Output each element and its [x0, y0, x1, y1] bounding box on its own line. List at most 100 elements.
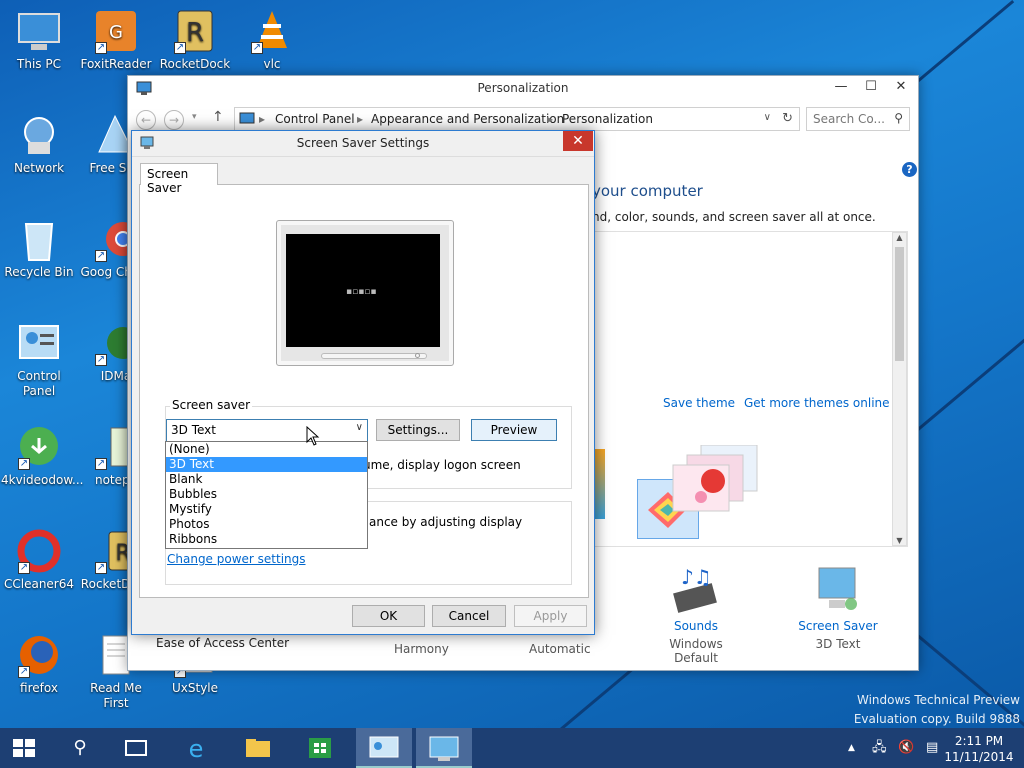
- desktop-icon-label: Recycle Bin: [4, 265, 74, 279]
- screen-saver-select[interactable]: 3D Text ∨: [166, 419, 368, 442]
- desktop-icon-foxitreader[interactable]: G ↗ FoxitReader: [78, 8, 154, 72]
- wallpaper-line: [905, 0, 1015, 93]
- back-button[interactable]: ←: [136, 110, 156, 130]
- close-button[interactable]: ✕: [886, 76, 916, 98]
- shortcut-arrow-icon: ↗: [95, 42, 107, 54]
- breadcrumb-personalization[interactable]: Personalization: [562, 112, 653, 126]
- scroll-up-arrow-icon[interactable]: ▲: [893, 233, 906, 242]
- desktop-icon-ccleaner[interactable]: ↗ CCleaner64: [1, 528, 77, 592]
- svg-text:G: G: [109, 22, 123, 43]
- computer-icon: [16, 8, 62, 54]
- screen-saver-dropdown-list[interactable]: (None) 3D Text Blank Bubbles Mystify Pho…: [165, 441, 368, 549]
- sounds-value: Windows Default: [669, 637, 723, 665]
- desktop-icon-vlc[interactable]: ↗ vlc: [234, 8, 310, 72]
- start-button[interactable]: [0, 728, 48, 768]
- save-theme-link[interactable]: Save theme: [663, 396, 735, 410]
- action-center-icon[interactable]: ▤: [926, 728, 944, 768]
- option-ribbons[interactable]: Ribbons: [166, 532, 367, 547]
- option-none[interactable]: (None): [166, 442, 367, 457]
- refresh-icon[interactable]: ↻: [782, 111, 793, 126]
- ok-button[interactable]: OK: [352, 605, 425, 627]
- file-explorer-button[interactable]: [234, 728, 282, 768]
- clock[interactable]: 2:11 PM 11/11/2014: [944, 728, 1014, 768]
- desktop-icon-recycle-bin[interactable]: Recycle Bin: [1, 216, 77, 280]
- screen-saver-item[interactable]: Screen Saver 3D Text: [788, 566, 888, 651]
- maximize-button[interactable]: ☐: [856, 76, 886, 98]
- ease-of-access-link[interactable]: Ease of Access Center: [156, 636, 289, 650]
- option-3d-text[interactable]: 3D Text: [166, 457, 367, 472]
- vlc-icon: ↗: [249, 8, 295, 54]
- cancel-button[interactable]: Cancel: [432, 605, 506, 627]
- folder-icon: [246, 739, 270, 757]
- sounds-item[interactable]: ♪♫ Sounds Windows Default: [646, 565, 746, 665]
- volume-muted-icon[interactable]: 🔇: [898, 728, 916, 768]
- preview-button[interactable]: Preview: [471, 419, 557, 441]
- control-panel-taskbar-button[interactable]: [356, 728, 412, 768]
- search-placeholder: Search Co...: [813, 112, 885, 126]
- apply-button[interactable]: Apply: [514, 605, 587, 627]
- tab-screen-saver[interactable]: Screen Saver: [140, 163, 218, 195]
- power-led-icon: [415, 353, 420, 358]
- desktop-icon-firefox[interactable]: ↗ firefox: [1, 632, 77, 696]
- option-mystify[interactable]: Mystify: [166, 502, 367, 517]
- search-taskbar-button[interactable]: ⚲: [56, 728, 104, 768]
- desktop-icon-4kvideo[interactable]: ↗ 4kvideodow...: [1, 424, 83, 488]
- svg-text:R: R: [186, 18, 204, 48]
- minimize-button[interactable]: —: [826, 76, 856, 98]
- breadcrumb-control-panel[interactable]: Control Panel: [275, 112, 355, 126]
- recycle-bin-icon: [16, 216, 62, 262]
- desktop-icon-rocketdock[interactable]: R ↗ RocketDock: [157, 8, 233, 72]
- option-blank[interactable]: Blank: [166, 472, 367, 487]
- screen-saver-icon: [429, 736, 459, 761]
- shortcut-arrow-icon: ↗: [174, 42, 186, 54]
- window-titlebar[interactable]: Personalization — ☐ ✕: [128, 76, 918, 102]
- dialog-titlebar[interactable]: Screen Saver Settings ✕: [132, 131, 594, 157]
- address-bar-row: ← → ▾ ↑ ▸ Control Panel ▸ Appearance and…: [136, 106, 910, 132]
- desktop-icon-this-pc[interactable]: This PC: [1, 8, 77, 72]
- theme-thumbnail-flowers[interactable]: [671, 444, 759, 519]
- shortcut-arrow-icon: ↗: [18, 458, 30, 470]
- desktop-icon-control-panel[interactable]: Control Panel: [1, 320, 77, 399]
- search-input[interactable]: Search Co... ⚲: [806, 107, 910, 131]
- watermark-line-2: Evaluation copy. Build 9888: [853, 712, 1020, 726]
- store-icon: [309, 738, 331, 758]
- recent-locations-icon[interactable]: ▾: [192, 112, 197, 122]
- task-view-button[interactable]: [112, 728, 160, 768]
- windows-logo-icon: [13, 739, 35, 757]
- scrollbar-thumb[interactable]: [895, 247, 904, 361]
- task-view-icon: [125, 740, 147, 756]
- internet-explorer-button[interactable]: e: [172, 728, 220, 768]
- desktop-icon-label: Network: [13, 161, 65, 175]
- scroll-down-arrow-icon[interactable]: ▼: [893, 536, 906, 545]
- automatic-label[interactable]: Automatic: [529, 642, 591, 656]
- get-more-themes-link[interactable]: Get more themes online: [744, 396, 890, 410]
- network-tray-icon[interactable]: 🖧: [872, 728, 890, 768]
- pdf-icon: G ↗: [93, 8, 139, 54]
- up-arrow-icon[interactable]: ↑: [212, 109, 224, 125]
- screen-saver-taskbar-button[interactable]: [416, 728, 472, 768]
- harmony-label[interactable]: Harmony: [394, 642, 449, 656]
- shortcut-arrow-icon: ↗: [18, 562, 30, 574]
- breadcrumb-separator: ▸: [357, 112, 364, 126]
- settings-button[interactable]: Settings...: [376, 419, 460, 441]
- search-icon: ⚲: [894, 111, 903, 125]
- store-button[interactable]: [296, 728, 344, 768]
- help-icon[interactable]: ?: [902, 162, 917, 177]
- option-photos[interactable]: Photos: [166, 517, 367, 532]
- breadcrumb-appearance[interactable]: Appearance and Personalization: [371, 112, 564, 126]
- theme-list-scrollbar[interactable]: ▲ ▼: [892, 232, 907, 546]
- show-hidden-icons-button[interactable]: ▲: [848, 728, 862, 768]
- watermark-line-1: Windows Technical Preview: [856, 693, 1020, 707]
- option-bubbles[interactable]: Bubbles: [166, 487, 367, 502]
- svg-text:▪▫▪▫▪: ▪▫▪▫▪: [346, 287, 377, 297]
- desktop-icon-network[interactable]: Network: [1, 112, 77, 176]
- desktop-icon-label: FoxitReader: [80, 57, 152, 71]
- firefox-icon: ↗: [16, 632, 62, 678]
- desktop-icon-label: vlc: [263, 57, 281, 71]
- address-dropdown-icon[interactable]: ∨: [764, 112, 771, 123]
- forward-button[interactable]: →: [164, 110, 184, 130]
- change-power-settings-link[interactable]: Change power settings: [167, 552, 306, 566]
- dialog-close-button[interactable]: ✕: [563, 131, 593, 151]
- address-box[interactable]: ▸ Control Panel ▸ Appearance and Persona…: [234, 107, 800, 131]
- internet-explorer-icon: e: [189, 735, 204, 763]
